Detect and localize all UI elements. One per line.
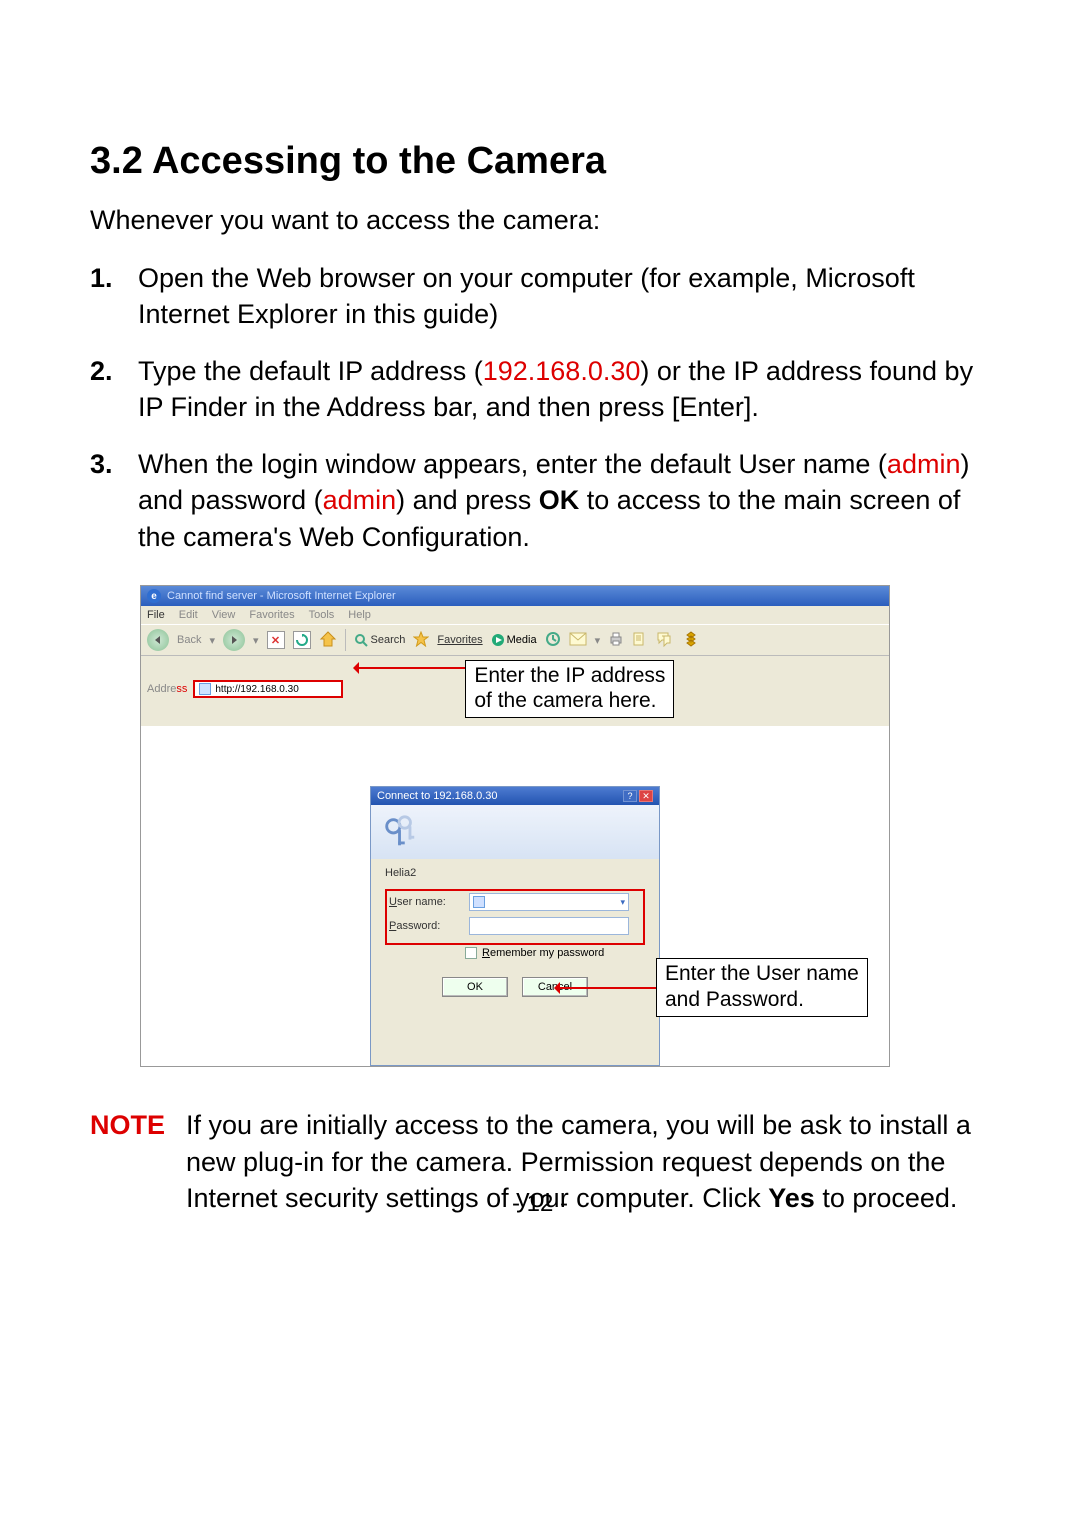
discuss-icon[interactable] bbox=[656, 631, 674, 650]
chevron-down-icon[interactable]: ▾ bbox=[620, 897, 625, 908]
print-icon[interactable] bbox=[608, 631, 624, 650]
address-value: http://192.168.0.30 bbox=[215, 684, 298, 695]
document-page: 3.2 Accessing to the Camera Whenever you… bbox=[0, 0, 1080, 1217]
favorites-star-icon[interactable] bbox=[413, 631, 429, 650]
remember-checkbox[interactable] bbox=[465, 947, 477, 959]
help-button[interactable]: ? bbox=[623, 790, 637, 802]
step-3: 3. When the login window appears, enter … bbox=[90, 446, 990, 555]
step-2: 2. Type the default IP address (192.168.… bbox=[90, 353, 990, 426]
forward-button[interactable] bbox=[223, 629, 245, 651]
page-icon bbox=[199, 683, 211, 695]
ie-icon: e bbox=[147, 589, 161, 603]
menu-file[interactable]: File bbox=[147, 609, 165, 621]
credentials-callout-wrap: Enter the User name and Password. bbox=[556, 958, 868, 1016]
user-icon bbox=[473, 896, 485, 908]
back-button[interactable] bbox=[147, 629, 169, 651]
media-button[interactable]: Media bbox=[491, 633, 537, 647]
step-number: 1. bbox=[90, 260, 138, 333]
ok-text: OK bbox=[539, 485, 580, 515]
ie-window: e Cannot find server - Microsoft Interne… bbox=[141, 586, 889, 1066]
back-label: Back bbox=[177, 634, 201, 646]
menu-favorites[interactable]: Favorites bbox=[249, 609, 294, 621]
mail-icon[interactable] bbox=[569, 632, 587, 649]
password-field[interactable] bbox=[469, 917, 629, 935]
login-dialog: Connect to 192.168.0.30 ? ✕ bbox=[370, 786, 660, 1066]
home-button[interactable] bbox=[319, 630, 337, 651]
page-number: - 12 - bbox=[0, 1190, 1080, 1218]
step-number: 3. bbox=[90, 446, 138, 555]
menu-view[interactable]: View bbox=[212, 609, 236, 621]
arrow-icon bbox=[355, 667, 465, 669]
edit-icon[interactable] bbox=[632, 631, 648, 650]
ok-button[interactable]: OK bbox=[442, 977, 508, 997]
menu-tools[interactable]: Tools bbox=[309, 609, 335, 621]
arrow-icon bbox=[556, 987, 656, 989]
username-field[interactable]: ▾ bbox=[469, 893, 629, 911]
ie-toolbar: Back ▾ ▾ ✕ Search bbox=[141, 624, 889, 656]
stop-button[interactable]: ✕ bbox=[267, 631, 285, 649]
step-number: 2. bbox=[90, 353, 138, 426]
ie-titlebar: e Cannot find server - Microsoft Interne… bbox=[141, 586, 889, 606]
screenshot-figure: e Cannot find server - Microsoft Interne… bbox=[140, 585, 890, 1067]
ie-title-text: Cannot find server - Microsoft Internet … bbox=[167, 590, 396, 602]
step-text: Type the default IP address (192.168.0.3… bbox=[138, 353, 990, 426]
dialog-titlebar: Connect to 192.168.0.30 ? ✕ bbox=[371, 787, 659, 805]
default-username: admin bbox=[887, 449, 961, 479]
username-label: User name: bbox=[389, 896, 459, 908]
ip-address: 192.168.0.30 bbox=[483, 356, 641, 386]
favorites-link[interactable]: Favorites bbox=[437, 634, 482, 646]
dialog-title: Connect to 192.168.0.30 bbox=[377, 790, 497, 802]
server-name: Helia2 bbox=[385, 867, 645, 879]
credentials-callout: Enter the User name and Password. bbox=[656, 958, 868, 1016]
section-heading: 3.2 Accessing to the Camera bbox=[90, 140, 990, 183]
menu-edit[interactable]: Edit bbox=[179, 609, 198, 621]
search-button[interactable]: Search bbox=[354, 633, 406, 647]
menu-help[interactable]: Help bbox=[348, 609, 371, 621]
ie-menubar: File Edit View Favorites Tools Help bbox=[141, 606, 889, 624]
address-label: Address bbox=[147, 683, 187, 695]
default-password: admin bbox=[323, 485, 397, 515]
step-text: When the login window appears, enter the… bbox=[138, 446, 990, 555]
refresh-button[interactable] bbox=[293, 631, 311, 649]
address-bar[interactable]: http://192.168.0.30 bbox=[193, 680, 343, 698]
toolbar-extra-icon[interactable] bbox=[682, 630, 700, 651]
address-callout: Enter the IP address of the camera here. bbox=[465, 660, 674, 718]
step-1: 1. Open the Web browser on your computer… bbox=[90, 260, 990, 333]
password-label: Password: bbox=[389, 920, 459, 932]
ie-content-area: Connect to 192.168.0.30 ? ✕ bbox=[141, 726, 889, 1066]
dialog-banner bbox=[371, 805, 659, 859]
step-text: Open the Web browser on your computer (f… bbox=[138, 260, 990, 333]
ie-address-row: Address http://192.168.0.30 Enter the IP… bbox=[141, 656, 889, 726]
close-button[interactable]: ✕ bbox=[639, 790, 653, 802]
intro-paragraph: Whenever you want to access the camera: bbox=[90, 205, 990, 236]
history-icon[interactable] bbox=[545, 631, 561, 650]
credentials-highlight: User name: ▾ Password: bbox=[385, 889, 645, 945]
keys-icon bbox=[381, 813, 419, 851]
steps-list: 1. Open the Web browser on your computer… bbox=[90, 260, 990, 555]
